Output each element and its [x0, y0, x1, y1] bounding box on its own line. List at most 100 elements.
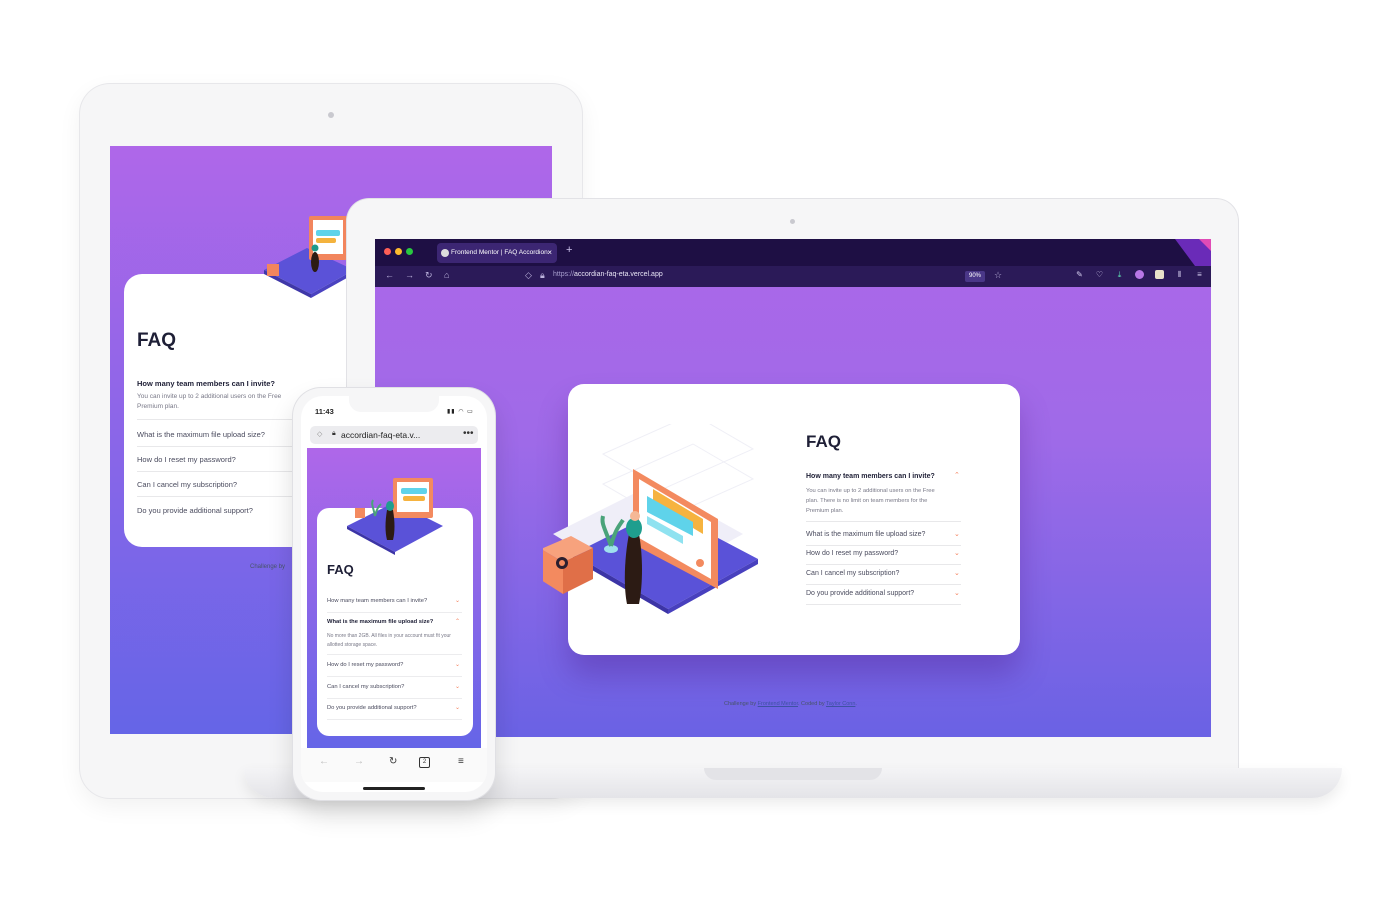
favicon-icon [441, 249, 449, 257]
menu-icon[interactable]: ≡ [458, 756, 464, 767]
lock-icon: 🔒︎ [540, 270, 545, 280]
faq-question[interactable]: Can I cancel my subscription? [806, 570, 961, 577]
status-icons: ▮▮ ◠ ▭ [447, 409, 474, 415]
navigation-bar: ← → ↻ ⌂ ◇ 🔒︎ https://accordian-faq-eta.v… [375, 266, 1211, 287]
page-title: FAQ [327, 562, 354, 577]
chevron-down-icon[interactable]: ⌄ [954, 530, 960, 538]
faq-question[interactable]: Can I cancel my subscription? [327, 684, 457, 690]
chevron-down-icon[interactable]: ⌄ [455, 704, 460, 711]
more-options-icon[interactable]: ••• [463, 428, 474, 439]
back-icon[interactable]: ← [319, 756, 329, 767]
divider [327, 654, 462, 655]
tablet-camera [328, 112, 334, 118]
url-text: accordian-faq-eta.v... [341, 430, 421, 440]
laptop-camera [790, 219, 795, 224]
faq-question[interactable]: What is the maximum file upload size? [327, 619, 457, 625]
phone-screen: 11:43 ▮▮ ◠ ▭ ◇ 🔒︎ accordian-faq-eta.v...… [301, 396, 487, 792]
close-window-button[interactable] [384, 248, 391, 255]
chevron-down-icon[interactable]: ⌄ [455, 683, 460, 690]
faq-answer: You can invite up to 2 additional users … [137, 393, 282, 410]
divider [806, 584, 961, 585]
bookmark-star-icon[interactable]: ☆ [994, 270, 1002, 281]
faq-question[interactable]: How many team members can I invite? [806, 473, 961, 480]
chevron-down-icon[interactable]: ⌄ [954, 569, 960, 577]
device-mockup-scene: FAQ How many team members can I invite? … [0, 0, 1375, 900]
woman-online-illustration [264, 216, 354, 298]
browser-window: Frontend Mentor | FAQ Accordion × + ← → … [375, 239, 1211, 737]
zoom-level-badge[interactable]: 90% [965, 271, 986, 282]
reload-icon[interactable]: ↻ [389, 756, 397, 767]
divider [137, 496, 292, 497]
minimize-window-button[interactable] [395, 248, 402, 255]
chevron-down-icon[interactable]: ⌄ [455, 597, 460, 604]
forward-icon[interactable]: → [354, 756, 364, 767]
browser-toolbar: ← → ↻ 2 ≡ [301, 748, 487, 782]
chevron-down-icon[interactable]: ⌄ [954, 549, 960, 557]
frontend-mentor-link[interactable]: Frontend Mentor [758, 701, 798, 707]
divider [327, 719, 462, 720]
author-link[interactable]: Taylor Conn [826, 701, 855, 707]
back-icon[interactable]: ← [385, 270, 394, 280]
faq-question[interactable]: How many team members can I invite? [327, 598, 457, 604]
divider [137, 471, 292, 472]
page-content: FAQ How many team members can I invite? … [307, 448, 481, 748]
divider [327, 612, 462, 613]
reload-icon[interactable]: ↻ [425, 270, 433, 281]
attribution-footer: Challenge by Frontend Mentor. Coded by T… [724, 701, 857, 707]
faq-question[interactable]: What is the maximum file upload size? [806, 531, 961, 538]
tab-count-button[interactable]: 2 [419, 757, 430, 768]
lock-icon: 🔒︎ [332, 430, 336, 437]
faq-question[interactable]: How do I reset my password? [137, 455, 292, 464]
faq-question[interactable]: What is the maximum file upload size? [137, 430, 292, 439]
faq-question[interactable]: Do you provide additional support? [806, 590, 961, 597]
phone-device: 11:43 ▮▮ ◠ ▭ ◇ 🔒︎ accordian-faq-eta.v...… [293, 388, 495, 800]
divider [806, 545, 961, 546]
faq-question[interactable]: Do you provide additional support? [327, 705, 457, 711]
faq-question[interactable]: Can I cancel my subscription? [137, 480, 292, 489]
extension-note-icon[interactable] [1155, 270, 1164, 279]
divider [806, 521, 961, 522]
shield-icon[interactable]: ◇ [317, 430, 322, 438]
faq-question[interactable]: Do you provide additional support? [137, 506, 292, 515]
faq-answer: No more than 2GB. All files in your acco… [327, 633, 451, 648]
faq-question[interactable]: How do I reset my password? [806, 550, 961, 557]
theme-decoration [1175, 239, 1211, 266]
chevron-up-icon[interactable]: ⌃ [954, 471, 960, 479]
faq-question[interactable]: How do I reset my password? [327, 662, 457, 668]
attribution-footer: Challenge by [250, 564, 286, 570]
url-text: https://accordian-faq-eta.vercel.app [553, 271, 663, 278]
faq-card: FAQ How many team members can I invite? … [317, 478, 473, 736]
divider [327, 698, 462, 699]
divider [137, 446, 292, 447]
extension-icon[interactable] [1135, 270, 1144, 279]
pocket-icon[interactable]: ♡ [1095, 270, 1104, 279]
laptop-notch [704, 768, 882, 780]
forward-icon[interactable]: → [405, 270, 414, 280]
menu-icon[interactable]: ≡ [1195, 270, 1204, 279]
divider [806, 604, 961, 605]
divider [806, 564, 961, 565]
home-icon[interactable]: ⌂ [444, 270, 449, 280]
download-icon[interactable]: ⤓ [1115, 270, 1124, 279]
new-tab-icon[interactable]: + [566, 244, 572, 256]
maximize-window-button[interactable] [406, 248, 413, 255]
shield-icon[interactable]: ◇ [525, 270, 532, 281]
close-tab-icon[interactable]: × [547, 243, 552, 263]
tab-title: Frontend Mentor | FAQ Accordion [451, 249, 548, 256]
page-title: FAQ [137, 330, 177, 351]
chevron-up-icon[interactable]: ⌃ [455, 618, 460, 625]
browser-tab[interactable]: Frontend Mentor | FAQ Accordion × [437, 243, 557, 263]
divider [327, 676, 462, 677]
tab-bar: Frontend Mentor | FAQ Accordion × + [375, 239, 1211, 266]
page-title: FAQ [806, 432, 841, 451]
status-time: 11:43 [315, 407, 334, 416]
library-icon[interactable]: ⦀ [1175, 270, 1184, 279]
faq-question[interactable]: How many team members can I invite? [137, 379, 292, 388]
chevron-down-icon[interactable]: ⌄ [954, 589, 960, 597]
home-indicator[interactable] [363, 787, 425, 790]
wrench-icon[interactable]: ✎ [1075, 270, 1084, 279]
faq-answer: You can invite up to 2 additional users … [806, 488, 935, 514]
divider [137, 419, 292, 420]
faq-card: FAQ How many team members can I invite? … [543, 384, 1020, 655]
chevron-down-icon[interactable]: ⌄ [455, 661, 460, 668]
